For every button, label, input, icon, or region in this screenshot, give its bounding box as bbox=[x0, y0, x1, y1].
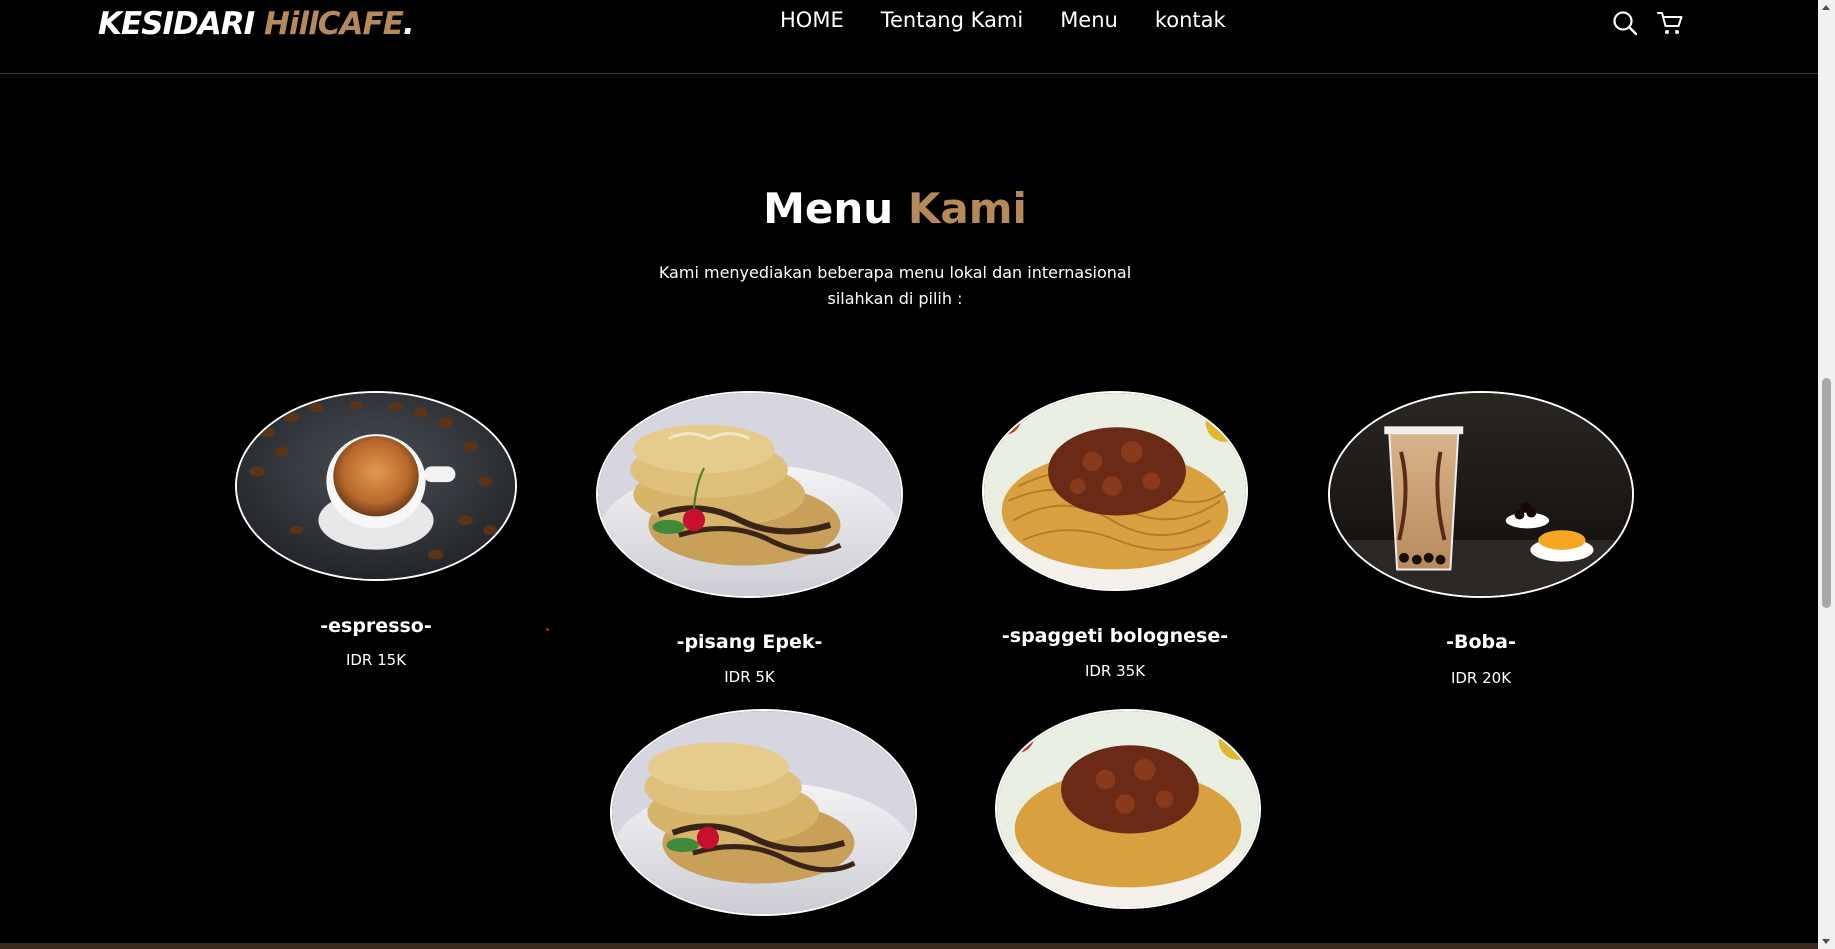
section-title: Menu Kami bbox=[0, 184, 1790, 233]
nav-link-menu[interactable]: Menu bbox=[1060, 8, 1118, 32]
brand-name-accent: HillCAFE bbox=[263, 6, 404, 42]
brand-name-dot: . bbox=[402, 6, 415, 42]
section-desc-line1: Kami menyediakan beberapa menu lokal dan… bbox=[658, 263, 1132, 282]
menu-item-price: IDR 35K bbox=[1084, 662, 1146, 680]
search-icon[interactable] bbox=[1611, 9, 1639, 37]
menu-item-name: -espresso- bbox=[320, 615, 432, 637]
section-title-accent: Kami bbox=[907, 184, 1027, 233]
section-title-main: Menu bbox=[763, 184, 894, 233]
espresso-image bbox=[235, 391, 517, 581]
vertical-scrollbar[interactable] bbox=[1818, 0, 1835, 949]
brand-name-main: KESIDARI bbox=[98, 6, 264, 42]
spaghetti-image bbox=[982, 391, 1248, 591]
spaghetti-image bbox=[995, 709, 1261, 909]
menu-item-name: -pisang Epek- bbox=[676, 631, 823, 653]
menu-item-name: -spaggeti bolognese- bbox=[1001, 625, 1229, 647]
bottom-strip bbox=[0, 943, 1818, 949]
nav-link-kontak[interactable]: kontak bbox=[1155, 8, 1226, 32]
scrollbar-thumb[interactable] bbox=[1822, 378, 1831, 608]
section-description: Kami menyediakan beberapa menu lokal dan… bbox=[0, 260, 1790, 312]
menu-card-spaggeti-bolognese-2[interactable] bbox=[995, 709, 1261, 909]
pisang-epek-image bbox=[610, 709, 917, 916]
menu-card-pisang-epek[interactable]: -pisang Epek- IDR 5K bbox=[596, 391, 903, 701]
brand-logo[interactable]: KESIDARI HillCAFE. bbox=[98, 6, 415, 42]
menu-card-espresso[interactable]: -espresso- IDR 15K bbox=[235, 391, 517, 681]
menu-card-spaggeti-bolognese[interactable]: -spaggeti bolognese- IDR 35K bbox=[982, 391, 1248, 691]
scroll-down-arrow-icon[interactable] bbox=[1822, 939, 1830, 944]
nav-link-tentang-kami[interactable]: Tentang Kami bbox=[881, 8, 1023, 32]
boba-image bbox=[1328, 391, 1634, 598]
menu-card-pisang-epek-2[interactable] bbox=[610, 709, 917, 916]
nav-link-home[interactable]: HOME bbox=[780, 8, 844, 32]
navbar: KESIDARI HillCAFE. HOME Tentang Kami Men… bbox=[0, 0, 1818, 74]
menu-item-price: IDR 15K bbox=[345, 651, 407, 669]
pisang-epek-image bbox=[596, 391, 903, 598]
section-desc-line2: silahkan di pilih : bbox=[827, 289, 963, 308]
menu-item-name: -Boba- bbox=[1446, 631, 1516, 653]
stray-dot bbox=[546, 628, 549, 631]
menu-card-boba[interactable]: -Boba- IDR 20K bbox=[1328, 391, 1634, 701]
menu-item-price: IDR 20K bbox=[1450, 669, 1512, 687]
nav-links: HOME Tentang Kami Menu kontak bbox=[780, 8, 1226, 32]
menu-item-price: IDR 5K bbox=[724, 668, 775, 686]
shopping-cart-icon[interactable] bbox=[1656, 9, 1684, 37]
scroll-up-arrow-icon[interactable] bbox=[1822, 5, 1830, 10]
